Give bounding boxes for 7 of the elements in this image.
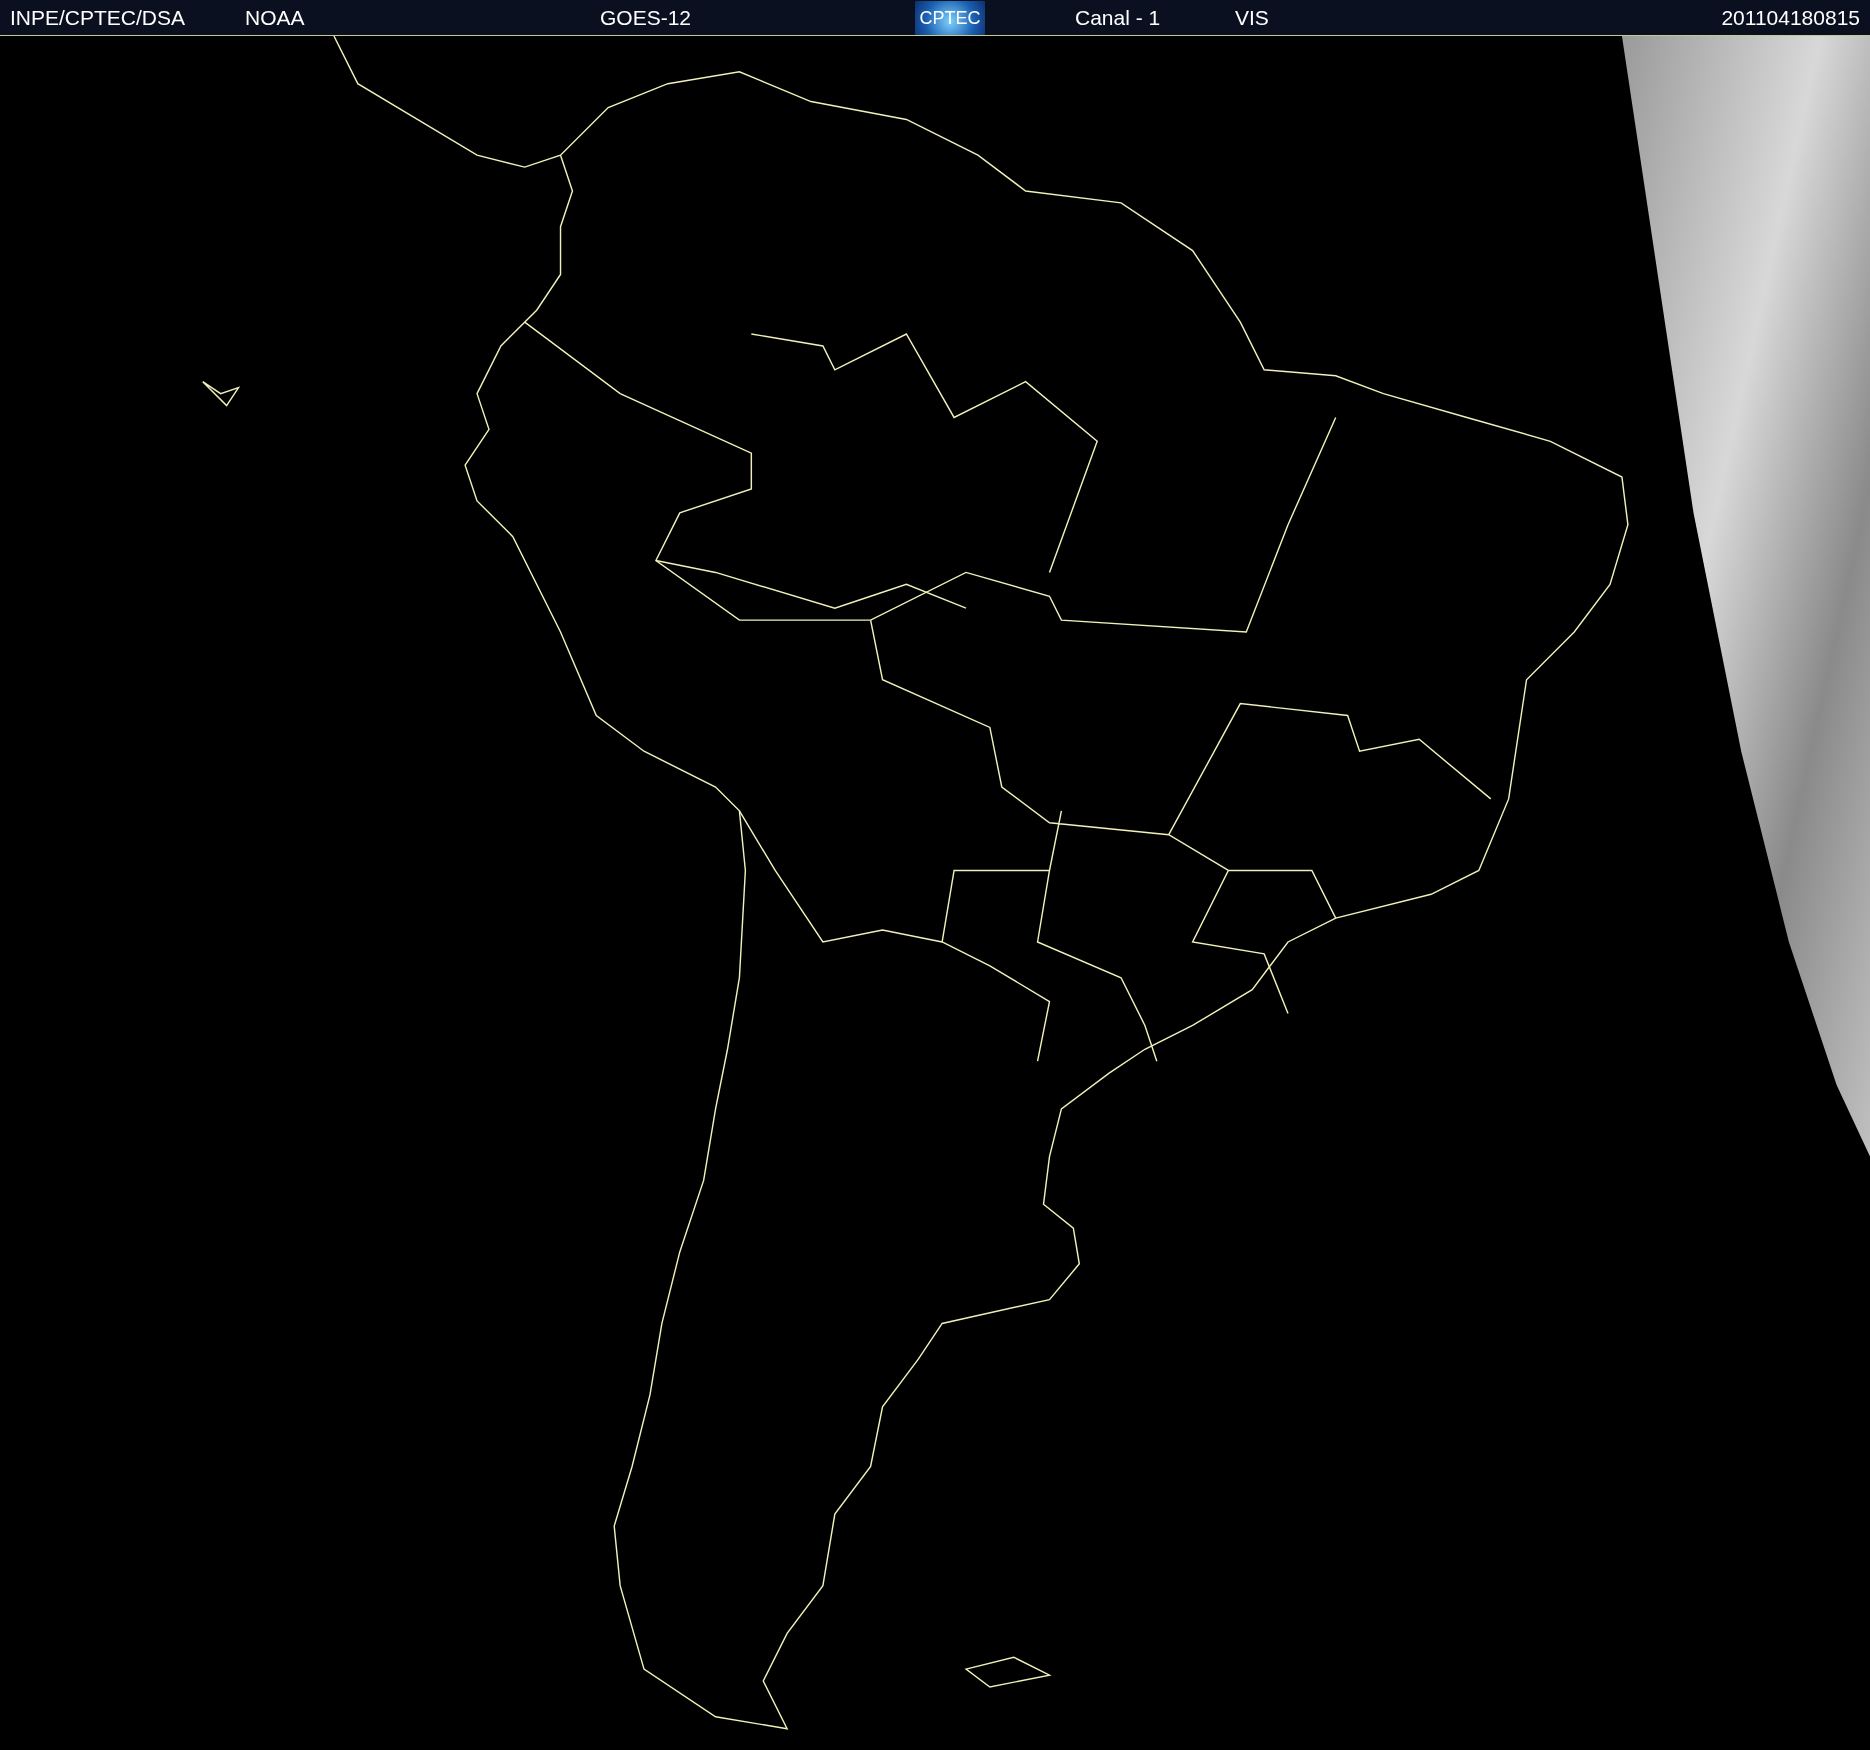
header-label: NOAA xyxy=(245,4,306,31)
header-label: 201104180815 xyxy=(1720,4,1860,31)
header-label: VIS xyxy=(1235,4,1270,31)
header-label: Canal - 1 xyxy=(1075,4,1162,31)
header-label: GOES-12 xyxy=(600,4,693,31)
header-label: INPE/CPTEC/DSA xyxy=(10,4,187,31)
logo: CPTEC xyxy=(915,0,985,35)
